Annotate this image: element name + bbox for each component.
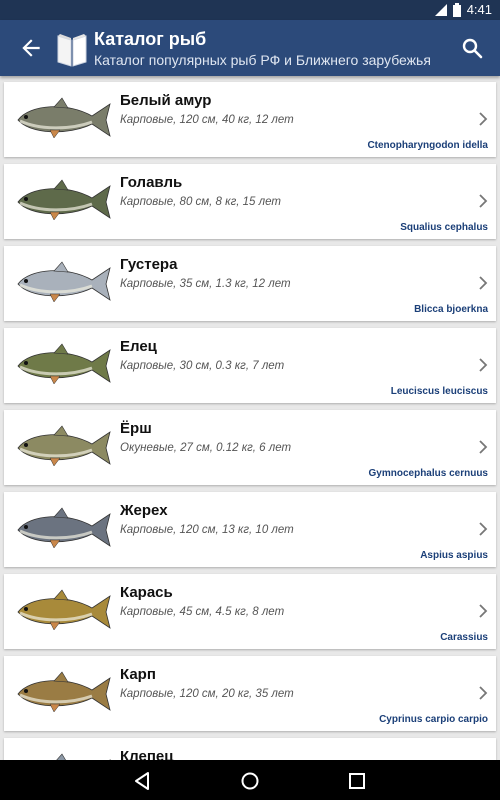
nav-back-icon[interactable]	[132, 770, 154, 792]
fish-image	[17, 589, 111, 631]
chevron-right-icon	[479, 194, 488, 208]
fish-latin-name: Ctenopharyngodon idella	[367, 140, 488, 151]
fish-name: Густера	[120, 256, 178, 273]
fish-latin-name: Cyprinus carpio carpio	[379, 714, 488, 725]
fish-list-item[interactable]: Белый амур Карповые, 120 см, 40 кг, 12 ле…	[4, 82, 496, 157]
chevron-right-icon	[479, 604, 488, 618]
fish-details: Карповые, 120 см, 40 кг, 12 лет	[120, 114, 294, 126]
fish-name: Елец	[120, 338, 157, 355]
fish-name: Голавль	[120, 174, 183, 191]
status-icons: 4:41	[434, 2, 492, 17]
book-logo-icon	[57, 34, 87, 67]
fish-details: Карповые, 30 см, 0.3 кг, 7 лет	[120, 360, 285, 372]
fish-latin-name: Leuciscus leuciscus	[390, 386, 488, 397]
app-title: Каталог рыб	[94, 29, 207, 49]
signal-icon	[434, 3, 447, 16]
fish-latin-name: Gymnocephalus cernuus	[368, 468, 488, 479]
fish-latin-name: Carassius	[440, 632, 488, 643]
status-time: 4:41	[466, 2, 492, 17]
fish-name: Клепец	[120, 748, 174, 760]
chevron-right-icon	[479, 686, 488, 700]
status-bar: 4:41	[0, 0, 500, 20]
fish-name: Жерех	[120, 502, 168, 519]
fish-image	[17, 507, 111, 549]
fish-list-item[interactable]: Клепец	[4, 738, 496, 760]
fish-name: Белый амур	[120, 92, 212, 109]
fish-details: Карповые, 35 см, 1.3 кг, 12 лет	[120, 278, 291, 290]
fish-list-item[interactable]: Елец Карповые, 30 см, 0.3 кг, 7 лет Leucis…	[4, 328, 496, 403]
fish-list-item[interactable]: Карп Карповые, 120 см, 20 кг, 35 лет Cypri…	[4, 656, 496, 731]
fish-latin-name: Aspius aspius	[420, 550, 488, 561]
chevron-right-icon	[479, 440, 488, 454]
fish-details: Окуневые, 27 см, 0.12 кг, 6 лет	[120, 442, 292, 454]
fish-image	[17, 671, 111, 713]
fish-name: Карп	[120, 666, 156, 683]
fish-list-item[interactable]: Густера Карповые, 35 см, 1.3 кг, 12 лет Bl…	[4, 246, 496, 321]
fish-details: Карповые, 80 см, 8 кг, 15 лет	[120, 196, 281, 208]
fish-image	[17, 261, 111, 303]
fish-details: Карповые, 120 см, 20 кг, 35 лет	[120, 688, 294, 700]
nav-recents-icon[interactable]	[346, 770, 368, 792]
fish-list-item[interactable]: Ёрш Окуневые, 27 см, 0.12 кг, 6 лет Gymnoc…	[4, 410, 496, 485]
fish-latin-name: Blicca bjoerkna	[414, 304, 488, 315]
fish-list-item[interactable]: Голавль Карповые, 80 см, 8 кг, 15 лет Squa…	[4, 164, 496, 239]
chevron-right-icon	[479, 112, 488, 126]
fish-details: Карповые, 45 см, 4.5 кг, 8 лет	[120, 606, 285, 618]
search-icon[interactable]	[460, 36, 484, 60]
back-arrow-icon[interactable]	[18, 35, 44, 61]
app-bar: Каталог рыб Каталог популярных рыб РФ и …	[0, 20, 500, 76]
fish-name: Ёрш	[120, 420, 152, 437]
chevron-right-icon	[479, 522, 488, 536]
fish-latin-name: Squalius cephalus	[400, 222, 488, 233]
nav-home-icon[interactable]	[239, 770, 261, 792]
system-nav-bar	[0, 760, 500, 800]
app-subtitle: Каталог популярных рыб РФ и Ближнего зар…	[94, 52, 431, 68]
fish-list-item[interactable]: Карась Карповые, 45 см, 4.5 кг, 8 лет Cara…	[4, 574, 496, 649]
fish-image	[17, 179, 111, 221]
fish-image	[17, 97, 111, 139]
fish-image	[17, 343, 111, 385]
battery-icon	[452, 2, 461, 17]
fish-name: Карась	[120, 584, 173, 601]
fish-list: Белый амур Карповые, 120 см, 40 кг, 12 ле…	[0, 76, 500, 760]
fish-list-item[interactable]: Жерех Карповые, 120 см, 13 кг, 10 лет Aspi…	[4, 492, 496, 567]
chevron-right-icon	[479, 276, 488, 290]
chevron-right-icon	[479, 358, 488, 372]
fish-image	[56, 753, 111, 760]
fish-image	[17, 425, 111, 467]
fish-details: Карповые, 120 см, 13 кг, 10 лет	[120, 524, 294, 536]
